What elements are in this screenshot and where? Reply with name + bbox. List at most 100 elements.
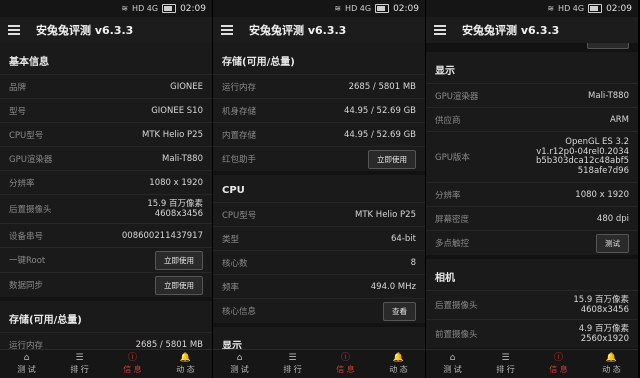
app-title: 安兔兔评测 v6.3.3 xyxy=(249,24,347,37)
row-value: 8 xyxy=(410,257,416,268)
menu-icon[interactable] xyxy=(221,25,233,35)
nav-info[interactable]: ⓘ 信 息 xyxy=(319,350,372,378)
row-key: 核心数 xyxy=(222,258,248,269)
row-key: 核心信息 xyxy=(222,307,257,317)
sync-use-button[interactable]: 立即使用 xyxy=(155,275,203,295)
app-bar: 安兔兔评测 v6.3.3 xyxy=(0,17,212,43)
row-value: ARM xyxy=(609,114,629,125)
row-value: 15.9 百万像素 4608x3456 xyxy=(573,295,629,315)
row-key: 品牌 xyxy=(9,82,27,93)
info-icon: ⓘ xyxy=(553,353,563,363)
app-title: 安兔兔评测 v6.3.3 xyxy=(36,24,134,37)
info-row-cores: 核心数 8 xyxy=(213,250,425,274)
nav-rank[interactable]: ☰ 排 行 xyxy=(53,350,106,378)
status-time: 02:09 xyxy=(393,3,419,14)
section-title: 显示 xyxy=(222,341,242,350)
signal-icon: HD 4G xyxy=(345,4,372,13)
redpacket-use-button[interactable]: 立即使用 xyxy=(368,149,416,169)
row-key: 前置摄像头 xyxy=(435,330,478,340)
row-value: 44.95 / 52.69 GB xyxy=(343,129,416,140)
nav-label: 测 试 xyxy=(443,365,462,374)
nav-test[interactable]: ⌂ 测 试 xyxy=(0,350,53,378)
info-row-internal-storage: 内置存储 44.95 / 52.69 GB xyxy=(213,122,425,146)
status-bar: ≋ HD 4G 02:09 xyxy=(426,0,638,17)
nav-rank[interactable]: ☰ 排 行 xyxy=(479,350,532,378)
storage-section: 存储(可用/总量) 运行内存 2685 / 5801 MB xyxy=(0,301,212,350)
section-title: CPU xyxy=(222,185,245,196)
scrolled-button-edge xyxy=(587,43,629,49)
root-use-button[interactable]: 立即使用 xyxy=(155,250,203,270)
row-value: 15.9 百万像素 4608x3456 xyxy=(147,199,203,219)
info-row-vendor: 供应商 ARM xyxy=(426,107,638,131)
view-cores-button[interactable]: 查看 xyxy=(383,301,416,321)
row-value: GIONEE S10 xyxy=(151,105,203,116)
row-key: 设备串号 xyxy=(9,231,44,242)
row-value: OpenGL ES 3.2 v1.r12p0-04rel0.2034 b5b303d… xyxy=(536,137,629,176)
storage-section: 存储(可用/总量) 运行内存 2685 / 5801 MB 机身存储 44.95 /… xyxy=(213,43,425,171)
row-value: 480 dpi xyxy=(596,213,629,224)
info-row-sync: 数据同步 立即使用 xyxy=(0,272,212,297)
menu-icon[interactable] xyxy=(434,25,446,35)
info-row-frequency: 频率 494.0 MHz xyxy=(213,274,425,298)
row-key: 屏幕密度 xyxy=(435,214,470,225)
camera-res: 4608x3456 xyxy=(154,209,203,219)
nav-test[interactable]: ⌂ 测 试 xyxy=(213,350,266,378)
status-bar: ≋ HD 4G 02:09 xyxy=(213,0,425,17)
nav-label: 排 行 xyxy=(70,365,89,374)
info-icon: ⓘ xyxy=(127,353,137,363)
nav-label: 信 息 xyxy=(336,365,355,374)
camera-section: 相机 后置摄像头 15.9 百万像素 4608x3456 前置摄像头 4.9 百万像素… xyxy=(426,259,638,348)
screen-3: ≋ HD 4G 02:09 安兔兔评测 v6.3.3 显示 GPU渲染器 Mali… xyxy=(426,0,638,378)
list-icon: ☰ xyxy=(75,353,84,363)
app-title: 安兔兔评测 v6.3.3 xyxy=(462,24,560,37)
row-value: 2685 / 5801 MB xyxy=(135,339,203,350)
wifi-icon: ≋ xyxy=(547,4,555,13)
nav-label: 排 行 xyxy=(283,365,302,374)
display-section: 显示 GPU渲染器 Mali-T880 供应商 ARM GPU版本 OpenGL ES… xyxy=(426,52,638,255)
info-row-density: 屏幕密度 480 dpi xyxy=(426,206,638,230)
row-value: Mali-T880 xyxy=(162,153,203,164)
camera-mp: 15.9 百万像素 xyxy=(573,295,629,305)
gpu-version-line: v1.r12p0-04rel0.2034 xyxy=(536,146,629,157)
info-row-front-camera: 前置摄像头 4.9 百万像素 2560x1920 xyxy=(426,319,638,348)
nav-label: 信 息 xyxy=(549,365,568,374)
menu-icon[interactable] xyxy=(8,25,20,35)
row-value: 2685 / 5801 MB xyxy=(348,81,416,92)
row-key: 内置存储 xyxy=(222,130,257,141)
multitouch-test-button[interactable]: 测试 xyxy=(596,233,629,253)
status-bar: ≋ HD 4G 02:09 xyxy=(0,0,212,17)
row-key: CPU型号 xyxy=(9,130,44,141)
info-row-gpu-version: GPU版本 OpenGL ES 3.2 v1.r12p0-04rel0.2034 b5… xyxy=(426,131,638,182)
home-icon: ⌂ xyxy=(23,353,30,363)
nav-info[interactable]: ⓘ 信 息 xyxy=(532,350,585,378)
battery-icon xyxy=(588,4,603,13)
nav-rank[interactable]: ☰ 排 行 xyxy=(266,350,319,378)
nav-label: 动 态 xyxy=(602,365,621,374)
row-key: GPU渲染器 xyxy=(9,154,53,165)
nav-label: 测 试 xyxy=(17,365,36,374)
info-row-cpu-type: 类型 64-bit xyxy=(213,226,425,250)
basic-info-section: 基本信息 品牌 GIONEE 型号 GIONEE S10 CPU型号 MTK Heli… xyxy=(0,43,212,297)
home-icon: ⌂ xyxy=(449,353,456,363)
camera-mp: 15.9 百万像素 xyxy=(147,199,203,209)
row-key: 供应商 xyxy=(435,115,461,126)
app-bar: 安兔兔评测 v6.3.3 xyxy=(213,17,425,43)
info-row-ram: 运行内存 2685 / 5801 MB xyxy=(213,74,425,98)
row-value: 1080 x 1920 xyxy=(575,189,629,200)
bottom-nav: ⌂ 测 试 ☰ 排 行 ⓘ 信 息 🔔 动 态 xyxy=(213,349,425,378)
camera-res: 4608x3456 xyxy=(580,305,629,315)
info-row-ram: 运行内存 2685 / 5801 MB xyxy=(0,332,212,350)
info-row-brand: 品牌 GIONEE xyxy=(0,74,212,98)
status-time: 02:09 xyxy=(180,3,206,14)
info-row-cpu: CPU型号 MTK Helio P25 xyxy=(0,122,212,146)
nav-news[interactable]: 🔔 动 态 xyxy=(585,350,638,378)
nav-news[interactable]: 🔔 动 态 xyxy=(372,350,425,378)
nav-info[interactable]: ⓘ 信 息 xyxy=(106,350,159,378)
home-icon: ⌂ xyxy=(236,353,243,363)
row-value: 44.95 / 52.69 GB xyxy=(343,105,416,116)
wifi-icon: ≋ xyxy=(121,4,129,13)
row-value: MTK Helio P25 xyxy=(142,129,203,140)
bottom-nav: ⌂ 测 试 ☰ 排 行 ⓘ 信 息 🔔 动 态 xyxy=(0,349,212,378)
nav-news[interactable]: 🔔 动 态 xyxy=(159,350,212,378)
nav-test[interactable]: ⌂ 测 试 xyxy=(426,350,479,378)
